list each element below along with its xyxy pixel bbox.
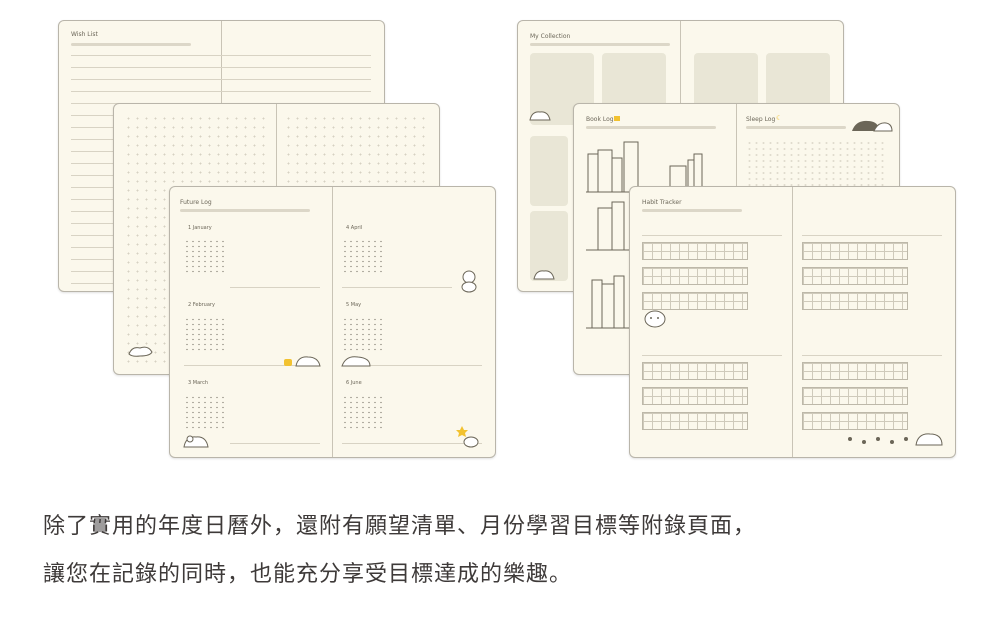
page-subtitle-line bbox=[746, 126, 846, 129]
calendar-june bbox=[342, 395, 384, 429]
book-log-title: Book Log bbox=[586, 116, 614, 123]
dog-doodle-icon bbox=[461, 270, 477, 293]
habit-grid bbox=[642, 362, 748, 380]
dog-doodle-icon bbox=[644, 310, 666, 328]
habit-tracker-title: Habit Tracker bbox=[642, 199, 682, 206]
page-subtitle-line bbox=[530, 43, 670, 46]
habit-tracker-notebook: Habit Tracker bbox=[629, 186, 956, 458]
book-icon bbox=[614, 116, 620, 121]
page-subtitle-line bbox=[180, 209, 310, 212]
sleeping-bear-doodle-icon bbox=[284, 356, 321, 367]
page-subtitle-line bbox=[71, 43, 191, 46]
page-subtitle-line bbox=[586, 126, 716, 129]
notebook-spine bbox=[332, 187, 333, 457]
month-june: 6 June bbox=[346, 380, 362, 386]
sleeping-animals-doodle-icon bbox=[852, 120, 893, 132]
sleep-log-grid bbox=[746, 140, 886, 190]
future-log-title: Future Log bbox=[180, 199, 212, 206]
calendar-january bbox=[184, 239, 226, 273]
calendar-april bbox=[342, 239, 384, 273]
month-january: 1 January bbox=[188, 225, 212, 231]
my-collection-title: My Collection bbox=[530, 33, 571, 40]
caption-line-1: 除了實用的年度日曆外，還附有願望清單、月份學習目標等附錄頁面， bbox=[43, 514, 757, 539]
pawprints-dog-doodle-icon bbox=[848, 433, 943, 446]
wish-list-title: Wish List bbox=[71, 31, 98, 38]
habit-grid bbox=[802, 362, 908, 380]
habit-grid bbox=[642, 412, 748, 430]
habit-grid bbox=[802, 267, 908, 285]
tracker-header-line bbox=[802, 235, 942, 236]
habit-grid bbox=[642, 242, 748, 260]
bear-doodle-icon bbox=[533, 270, 555, 280]
divider bbox=[342, 287, 452, 288]
divider bbox=[230, 443, 320, 444]
tracker-header-line bbox=[642, 355, 782, 356]
month-may: 5 May bbox=[346, 302, 362, 308]
calendar-february bbox=[184, 317, 226, 351]
future-log-notebook: Future Log 1 January 2 February 3 March … bbox=[169, 186, 496, 458]
collection-card bbox=[530, 136, 568, 206]
month-march: 3 March bbox=[188, 380, 209, 386]
caption-line-2: 讓您在記錄的同時，也能充分享受目標達成的樂趣。 bbox=[43, 562, 573, 587]
notebook-spine bbox=[792, 187, 793, 457]
bear-doodle-icon bbox=[529, 111, 551, 121]
dog-with-star-doodle-icon bbox=[456, 426, 479, 448]
sleeping-dog-doodle-icon bbox=[341, 356, 371, 367]
tracker-header-line bbox=[802, 355, 942, 356]
habit-grid bbox=[802, 387, 908, 405]
moon-icon: ☾ bbox=[776, 114, 783, 122]
month-april: 4 April bbox=[346, 225, 363, 231]
tracker-header-line bbox=[642, 235, 782, 236]
habit-grid bbox=[802, 242, 908, 260]
divider bbox=[230, 287, 320, 288]
page-subtitle-line bbox=[642, 209, 742, 212]
calendar-march bbox=[184, 395, 226, 429]
habit-grid bbox=[642, 267, 748, 285]
sleep-log-title: Sleep Log bbox=[746, 116, 776, 123]
habit-grid bbox=[642, 387, 748, 405]
calendar-may bbox=[342, 317, 384, 351]
bear-doodle-icon bbox=[128, 346, 153, 357]
habit-grid bbox=[802, 292, 908, 310]
bear-doodle-icon bbox=[183, 435, 209, 448]
month-february: 2 February bbox=[188, 302, 215, 308]
